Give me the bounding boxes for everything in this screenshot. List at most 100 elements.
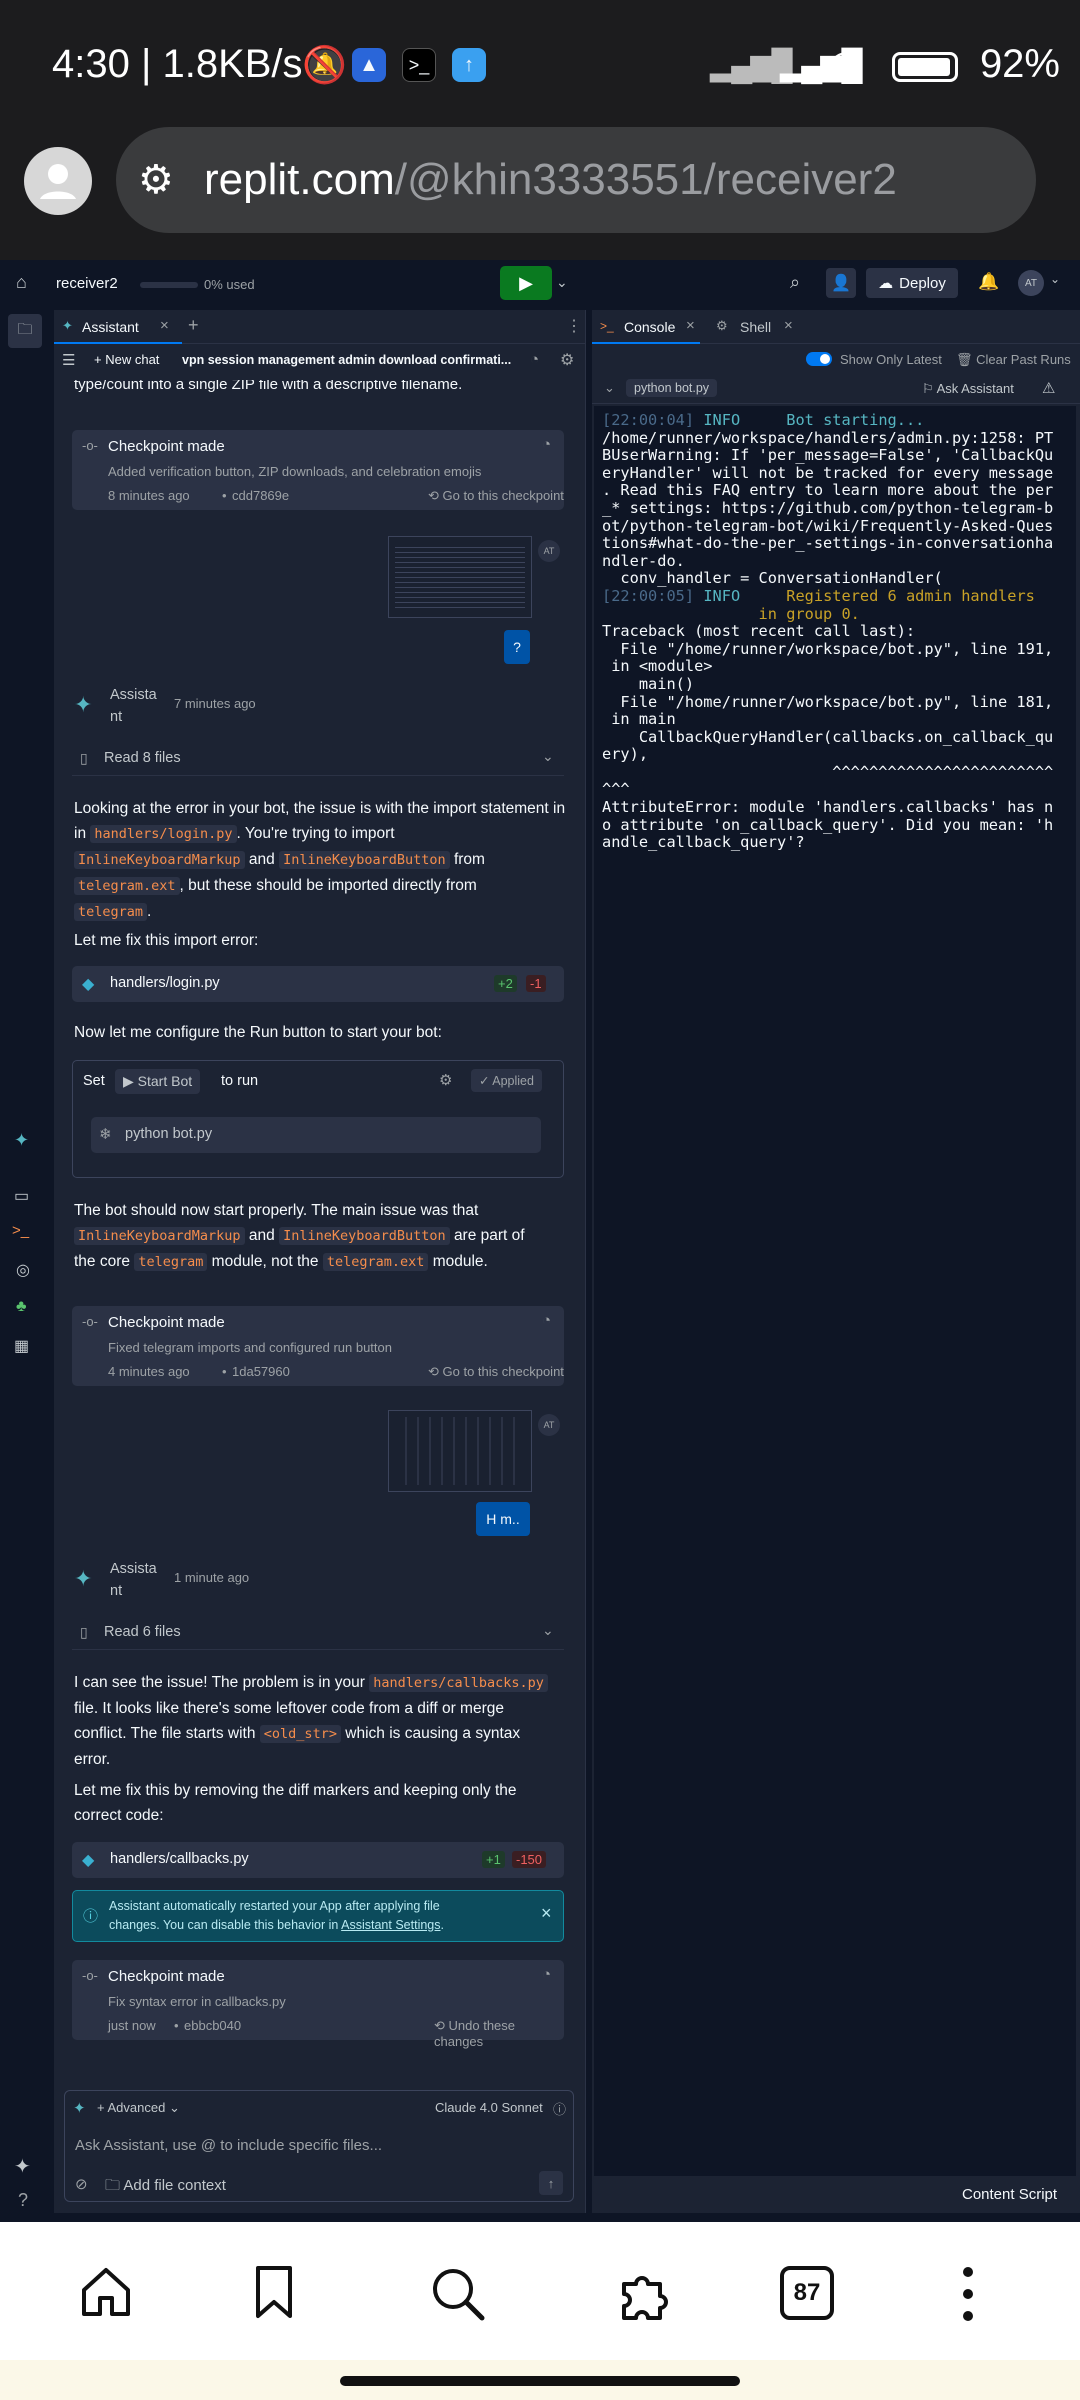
add-tab-icon[interactable]: + (188, 315, 199, 336)
assistant-icon[interactable]: ✦ (14, 1130, 29, 1151)
database-icon[interactable]: ◎ (16, 1260, 30, 1280)
go-to-checkpoint-link[interactable]: ⟲ Go to this checkpoint (428, 488, 564, 504)
rollback-icon[interactable]: ◔ (542, 1312, 551, 1329)
console-output[interactable]: [22:00:04] INFO Bot starting.../home/run… (594, 406, 1076, 2176)
site-settings-icon[interactable]: ⚙ (138, 157, 174, 203)
shell-icon[interactable]: >_ (12, 1222, 29, 1239)
assistant-small-icon: ✦ (73, 2100, 86, 2117)
profile-avatar[interactable] (24, 147, 92, 215)
assistant-settings-link[interactable]: Assistant Settings (341, 1918, 440, 1932)
info-icon[interactable]: ⓘ (553, 2099, 566, 2118)
assistant-name: Assista nt (110, 684, 157, 728)
checkpoint-desc: Fix syntax error in callbacks.py (108, 1994, 286, 2009)
close-tab-icon[interactable]: × (784, 317, 793, 334)
bell-icon[interactable]: 🔔 (978, 272, 999, 292)
search-icon[interactable]: ⌕ (790, 272, 800, 293)
close-tab-icon[interactable]: × (686, 317, 695, 334)
tab-assistant[interactable]: Assistant (82, 319, 139, 335)
search-icon[interactable] (428, 2264, 488, 2324)
file-change-row[interactable]: ◆ handlers/login.py +2 -1 (72, 966, 564, 1002)
invite-icon[interactable]: 👤 (826, 268, 856, 298)
rollback-icon[interactable]: ◔ (542, 436, 551, 453)
run-dropdown-icon[interactable]: ⌄ (556, 274, 568, 291)
read-files-row[interactable]: ▯ Read 8 files ⌄ (72, 742, 564, 776)
pane-menu-icon[interactable]: ⋮ (566, 316, 582, 336)
console-line: [22:00:04] INFO Bot starting... (602, 411, 1053, 430)
chevron-down-icon[interactable]: ⌄ (604, 380, 615, 396)
screenshot-thumbnail[interactable] (388, 536, 532, 618)
message-time: 1 minute ago (174, 1570, 250, 1585)
repl-name[interactable]: receiver2 (56, 275, 118, 292)
deploy-button[interactable]: ☁ Deploy (866, 268, 958, 298)
read-files-row[interactable]: ▯ Read 6 files ⌄ (72, 1616, 564, 1650)
go-to-checkpoint-link[interactable]: ⟲ Go to this checkpoint (428, 1364, 564, 1380)
screenshot-thumbnail[interactable] (388, 1410, 532, 1492)
home-icon[interactable] (78, 2264, 134, 2320)
tab-shell[interactable]: Shell (740, 319, 771, 335)
checkpoint-desc: Fixed telegram imports and configured ru… (108, 1340, 392, 1355)
go-to-checkpoint-label: Go to this checkpoint (442, 488, 564, 503)
rollback-icon[interactable]: ◔ (542, 1966, 551, 1983)
console-line: o attribute 'on_callback_query'. Did you… (602, 816, 1053, 835)
model-selector[interactable]: Claude 4.0 Sonnet (435, 2100, 543, 2115)
run-button[interactable]: ▶ (500, 266, 552, 300)
chevron-down-icon: ⌄ (542, 748, 554, 764)
add-file-context-button[interactable]: 🗀 Add file context (105, 2175, 226, 2200)
secrets-icon[interactable]: ♣ (16, 1298, 27, 1316)
tabs-count-button[interactable]: 87 (780, 2266, 834, 2320)
p-text: . You're trying to import (236, 825, 395, 842)
log-text: eryHandler' will not be tracked for ever… (602, 463, 1054, 482)
code-span: InlineKeyboardButton (279, 1227, 450, 1245)
tab-console[interactable]: Console (624, 319, 675, 335)
log-text: File "/home/runner/workspace/bot.py", li… (602, 692, 1054, 711)
console-line: ery), (602, 745, 1053, 764)
run-command-chip: python bot.py (626, 379, 718, 397)
advanced-dropdown[interactable]: + Advanced ⌄ (97, 2100, 180, 2116)
attach-icon[interactable]: ⊘ (75, 2175, 88, 2193)
checkpoint-card: -o- Checkpoint made ◔ Fixed telegram imp… (72, 1306, 564, 1386)
chat-list-icon[interactable]: ☰ (62, 351, 75, 369)
bookmark-icon[interactable] (250, 2264, 298, 2320)
assistant-input[interactable]: Ask Assistant, use @ to include specific… (75, 2137, 382, 2154)
left-rail: 🗀 ✦ ▭ >_ ◎ ♣ ▦ ✦ ? (0, 308, 50, 2213)
new-tab-icon[interactable]: ✦ (14, 2154, 31, 2179)
clear-past-runs-button[interactable]: 🗑 Clear Past Runs (956, 352, 1071, 368)
all-tools-icon[interactable]: ▦ (14, 1336, 29, 1356)
preview-icon[interactable]: ▭ (14, 1186, 29, 1206)
restore-icon: ⟲ (428, 1364, 443, 1379)
help-icon[interactable]: ? (18, 2190, 28, 2211)
p-text: and (248, 1227, 275, 1244)
undo-changes-link[interactable]: ⟲ Undo these changes (434, 2018, 564, 2049)
wifi-icon: ◠ (828, 44, 862, 86)
chat-title[interactable]: vpn session management admin download co… (182, 353, 511, 367)
close-icon[interactable]: × (541, 1903, 552, 1924)
send-button[interactable]: ↑ (539, 2171, 563, 2195)
file-change-row[interactable]: ◆ handlers/callbacks.py +1 -150 (72, 1842, 564, 1878)
settings-icon[interactable]: ⚙ (439, 1071, 452, 1089)
log-text: ^^^ (602, 780, 630, 799)
console-line: ^^^ (602, 781, 1053, 799)
add-file-context-label: Add file context (123, 2177, 226, 2194)
console-line: ot/python-telegram-bot/wiki/Frequently-A… (602, 517, 1053, 536)
message-paragraph: Now let me configure the Run button to s… (74, 1024, 442, 1041)
start-bot-label: Start Bot (137, 1073, 193, 1089)
home-icon[interactable]: ⌂ (16, 272, 27, 293)
url-text[interactable]: replit.com/@khin3333551/receiver2 (204, 155, 897, 205)
close-tab-icon[interactable]: × (160, 317, 169, 334)
warning-icon[interactable]: ⚠ (1042, 379, 1055, 397)
settings-icon[interactable]: ⚙ (560, 350, 574, 370)
new-chat-button[interactable]: + New chat (94, 352, 159, 367)
show-latest-toggle[interactable] (806, 352, 832, 366)
chat-scroll[interactable]: type/count into a single ZIP file with a… (54, 380, 586, 2200)
user-avatar[interactable]: AT (1018, 270, 1044, 296)
user-menu-chevron-icon[interactable]: ⌄ (1050, 272, 1060, 286)
ask-assistant-button[interactable]: ⚐ Ask Assistant (922, 381, 1014, 397)
console-line: . Read this FAQ entry to learn more abou… (602, 482, 1053, 500)
extensions-icon[interactable] (614, 2262, 676, 2324)
more-menu-icon[interactable] (958, 2264, 978, 2324)
message-paragraph: The bot should now start properly. The m… (74, 1198, 566, 1275)
history-icon[interactable]: ◔ (530, 351, 539, 368)
home-indicator[interactable] (340, 2376, 740, 2386)
notice-dot: . (440, 1918, 444, 1932)
files-icon[interactable]: 🗀 (8, 314, 42, 348)
